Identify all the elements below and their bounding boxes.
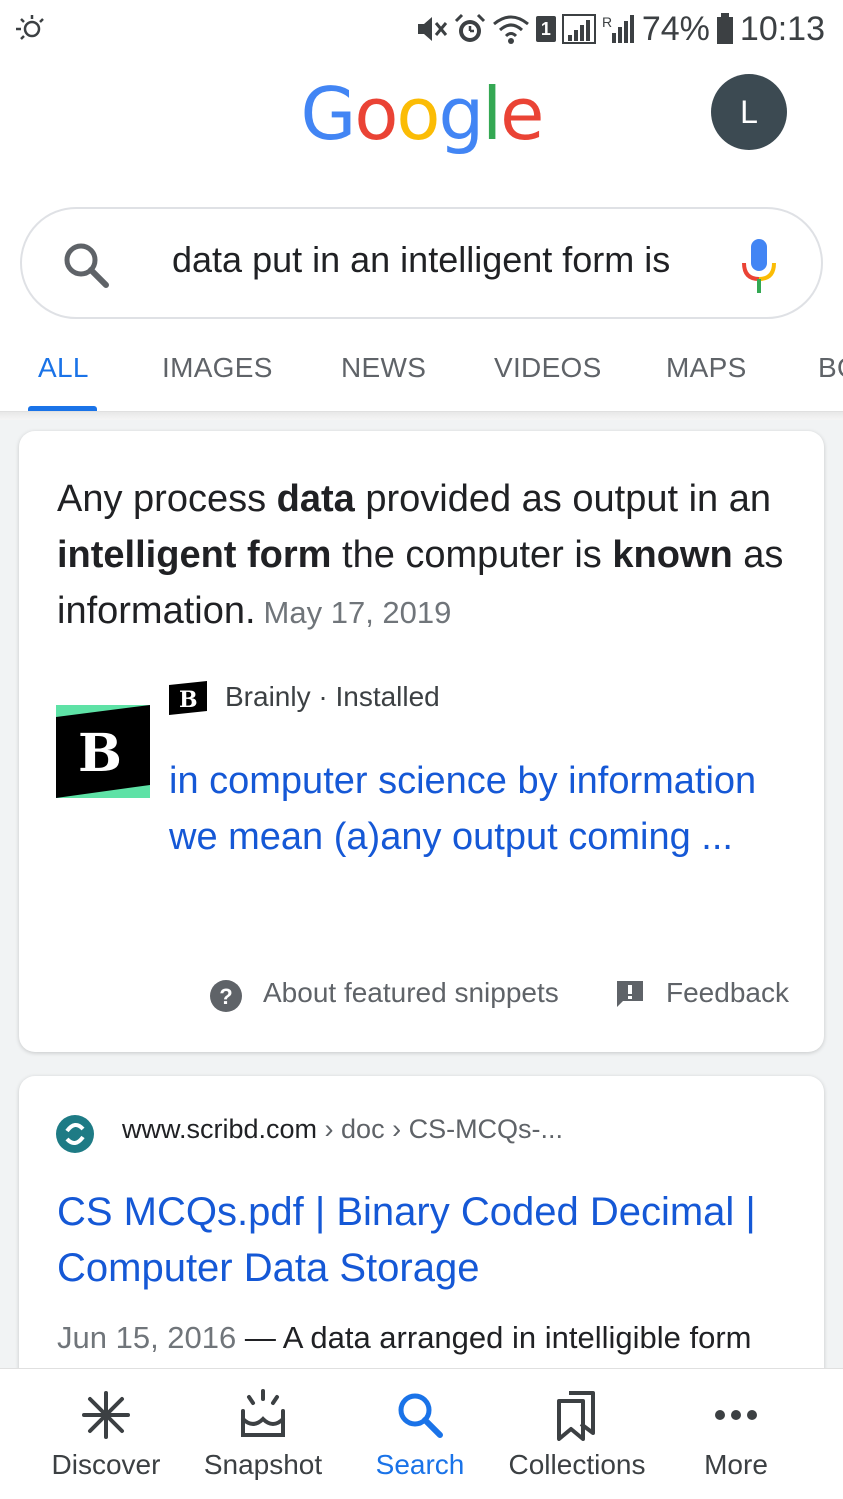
- logo-letter: o: [354, 72, 398, 156]
- snippet-date: May 17, 2019: [263, 595, 452, 630]
- nav-discover[interactable]: Discover: [26, 1369, 186, 1499]
- scribd-favicon: [56, 1115, 94, 1153]
- snippet-text-part: provided as output in an: [354, 478, 771, 520]
- discover-icon: [82, 1391, 130, 1439]
- help-icon[interactable]: ?: [209, 979, 243, 1013]
- signal-icon: [561, 14, 596, 44]
- alarm-icon: [454, 13, 485, 42]
- logo-letter: l: [482, 72, 502, 156]
- search-tabs: ALL IMAGES NEWS VIDEOS MAPS BOOKS: [0, 340, 843, 412]
- logo-letter: g: [438, 72, 484, 156]
- collections-icon: [557, 1391, 595, 1441]
- clock: 10:13: [739, 9, 825, 48]
- tab-news[interactable]: NEWS: [341, 352, 426, 384]
- svg-text:?: ?: [219, 984, 232, 1009]
- result-breadcrumb: www.scribd.com › doc › CS-MCQs-...: [122, 1114, 563, 1145]
- nav-snapshot[interactable]: Snapshot: [183, 1369, 343, 1499]
- nav-more[interactable]: More: [656, 1369, 816, 1499]
- snippet-text-part: the computer is: [331, 534, 613, 576]
- nav-more-label: More: [704, 1449, 768, 1480]
- tabs-shadow: [0, 412, 843, 420]
- tab-books[interactable]: BOOKS: [818, 352, 843, 384]
- more-icon: [715, 1410, 757, 1420]
- nav-search[interactable]: Search: [340, 1369, 500, 1499]
- avatar-initial: L: [740, 93, 758, 130]
- result-site: www.scribd.com: [122, 1114, 318, 1144]
- featured-snippet-card: Any process data provided as output in a…: [19, 431, 824, 1052]
- result-snippet: Jun 15, 2016 — A data arranged in intell…: [57, 1316, 817, 1360]
- battery-icon: [716, 13, 733, 44]
- feedback-link[interactable]: Feedback: [666, 977, 789, 1009]
- tab-images[interactable]: IMAGES: [162, 352, 273, 384]
- tab-all[interactable]: ALL: [38, 352, 89, 384]
- tab-maps[interactable]: MAPS: [666, 352, 747, 384]
- svg-text:R: R: [602, 14, 612, 30]
- sim-badge: 1: [535, 16, 556, 42]
- mute-icon: [417, 17, 447, 41]
- battery-percent: 74%: [641, 9, 710, 48]
- search-result-card: www.scribd.com › doc › CS-MCQs-... CS MC…: [19, 1076, 824, 1406]
- snippet-text: Any process data provided as output in a…: [57, 471, 797, 641]
- status-bar: 1 R 74% 10:13: [0, 0, 843, 58]
- snapshot-icon: [241, 1389, 285, 1437]
- search-input[interactable]: data put in an intelligent form is: [172, 239, 692, 291]
- logo-letter: G: [300, 72, 357, 156]
- logo-letter: e: [500, 72, 544, 156]
- search-bar[interactable]: data put in an intelligent form is: [20, 207, 823, 319]
- search-icon[interactable]: [60, 239, 112, 291]
- nav-collections[interactable]: Collections: [497, 1369, 657, 1499]
- svg-text:B: B: [78, 723, 122, 784]
- result-snippet-text: — A data arranged in intelligible form: [236, 1320, 752, 1355]
- result-title-link[interactable]: CS MCQs.pdf | Binary Coded Decimal | Com…: [57, 1184, 807, 1296]
- nav-snapshot-label: Snapshot: [203, 1449, 323, 1480]
- snippet-text-part: Any process: [57, 478, 277, 520]
- weather-icon: [16, 15, 44, 40]
- svg-text:B: B: [179, 687, 198, 713]
- about-featured-snippets-link[interactable]: About featured snippets: [263, 977, 559, 1009]
- logo-letter: o: [396, 72, 440, 156]
- account-avatar[interactable]: L: [711, 74, 787, 150]
- result-date: Jun 15, 2016: [57, 1320, 237, 1355]
- nav-collections-label: Collections: [508, 1449, 646, 1480]
- result-path: › doc › CS-MCQs-...: [317, 1114, 564, 1144]
- snippet-link[interactable]: in computer science by information we me…: [169, 753, 769, 865]
- signal-r-icon: R: [602, 14, 634, 43]
- snippet-highlight: intelligent form: [57, 534, 332, 576]
- search-icon: [398, 1393, 443, 1438]
- snippet-highlight: data: [276, 478, 355, 520]
- snippet-source: Brainly · Installed: [225, 681, 440, 712]
- brainly-logo[interactable]: B: [56, 705, 150, 798]
- microphone-icon[interactable]: [740, 239, 778, 295]
- bottom-navigation: Discover Snapshot Search Collections Mor…: [0, 1368, 843, 1499]
- brainly-app-icon: B: [169, 681, 207, 715]
- wifi-icon: [492, 15, 529, 44]
- tab-videos[interactable]: VIDEOS: [494, 352, 602, 384]
- nav-search-label: Search: [375, 1449, 465, 1480]
- nav-discover-label: Discover: [51, 1449, 161, 1480]
- feedback-icon[interactable]: [615, 979, 645, 1009]
- snippet-highlight: known: [612, 534, 733, 576]
